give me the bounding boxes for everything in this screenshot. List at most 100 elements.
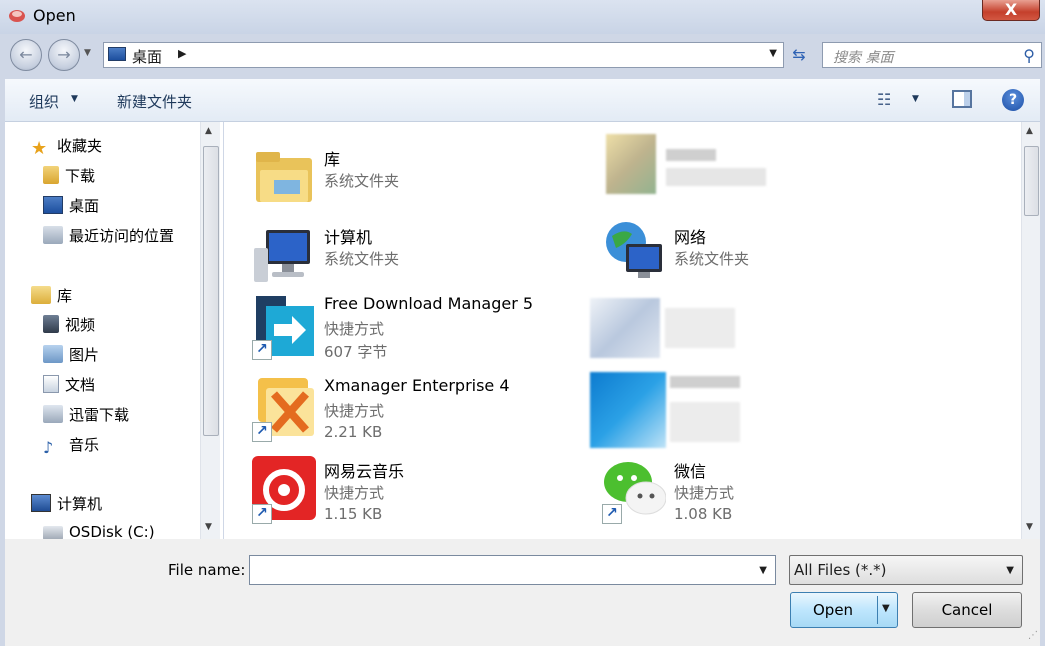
- disk-icon: [43, 526, 63, 539]
- window-title: Open: [33, 6, 76, 25]
- file-item-library[interactable]: 库 系统文件夹: [224, 144, 564, 222]
- view-dropdown-icon[interactable]: ▼: [912, 94, 919, 104]
- file-item-netease-music[interactable]: ↗ 网易云音乐 快捷方式 1.15 KB: [224, 456, 564, 534]
- blurred-file-item[interactable]: [590, 298, 742, 362]
- breadcrumb-chevron-icon[interactable]: ▶: [178, 47, 186, 60]
- open-button[interactable]: Open ▼: [790, 592, 898, 628]
- close-button[interactable]: X: [982, 0, 1040, 21]
- file-type: 系统文件夹: [324, 172, 400, 190]
- file-type-filter[interactable]: All Files (*.*) ▼: [789, 555, 1023, 585]
- search-icon[interactable]: ⚲: [1023, 46, 1035, 65]
- file-type-filter-value: All Files (*.*): [794, 561, 887, 579]
- file-name-label: File name:: [168, 561, 246, 579]
- recent-places-icon: [43, 226, 63, 244]
- nav-item-recent-places[interactable]: 最近访问的位置: [43, 225, 174, 249]
- file-name-dropdown-icon[interactable]: ▼: [759, 565, 767, 576]
- navigation-pane: ★ 收藏夹 下载 桌面 最近访问的位置 库 视频 图片 文档 迅雷下载 ♪ 音乐 计…: [5, 122, 223, 539]
- nav-item-label: 视频: [65, 316, 96, 334]
- nav-item-label: 桌面: [69, 197, 100, 215]
- nav-item-label: 计算机: [57, 495, 103, 513]
- address-dropdown-icon[interactable]: ▼: [769, 48, 777, 59]
- nav-item-videos[interactable]: 视频: [43, 314, 95, 338]
- computer-icon: [31, 494, 51, 512]
- help-icon[interactable]: ?: [1002, 89, 1024, 111]
- file-name: 库: [324, 150, 341, 169]
- organize-dropdown-icon[interactable]: ▼: [71, 94, 78, 104]
- nav-item-label: 文档: [65, 376, 96, 394]
- organize-button[interactable]: 组织: [29, 91, 59, 112]
- file-size: 1.15 KB: [324, 505, 383, 523]
- nav-item-pictures[interactable]: 图片: [43, 344, 99, 368]
- recent-pages-dropdown-icon[interactable]: ▼: [84, 48, 91, 58]
- documents-library-icon: [43, 375, 59, 393]
- file-name: 网易云音乐: [324, 462, 405, 481]
- scrollbar-thumb[interactable]: [1024, 146, 1039, 216]
- nav-item-computer[interactable]: 计算机: [31, 493, 102, 517]
- scroll-down-icon[interactable]: ▼: [205, 522, 212, 532]
- shortcut-arrow-icon: ↗: [252, 504, 272, 524]
- preview-pane-icon[interactable]: [952, 90, 972, 108]
- open-button-label: Open: [813, 601, 854, 619]
- command-toolbar: 组织 ▼ 新建文件夹 ☷ ▼ ?: [5, 79, 1040, 122]
- file-list: 库 系统文件夹 计算机 系统文件夹 网络 系统文件夹 ↗ Free Downlo…: [224, 122, 1021, 539]
- file-name: 计算机: [324, 228, 373, 247]
- file-size: 2.21 KB: [324, 423, 383, 441]
- nav-item-documents[interactable]: 文档: [43, 374, 95, 398]
- nav-item-downloads[interactable]: 下载: [43, 165, 95, 189]
- file-item-computer[interactable]: 计算机 系统文件夹: [224, 222, 564, 300]
- file-type: 系统文件夹: [674, 250, 750, 268]
- nav-item-label: 最近访问的位置: [69, 227, 175, 245]
- desktop-icon: [108, 47, 126, 61]
- pictures-library-icon: [43, 345, 63, 363]
- library-icon: [31, 286, 51, 304]
- resize-grip-icon[interactable]: ⋰: [1028, 630, 1038, 641]
- file-item-network[interactable]: 网络 系统文件夹: [574, 222, 914, 300]
- nav-item-label: 音乐: [69, 436, 100, 454]
- scrollbar-thumb[interactable]: [203, 146, 219, 436]
- blurred-file-item[interactable]: [590, 372, 742, 448]
- music-library-icon: ♪: [43, 438, 54, 457]
- file-item-wechat[interactable]: ↗ 微信 快捷方式 1.08 KB: [574, 456, 914, 534]
- search-input[interactable]: 搜索 桌面 ⚲: [822, 42, 1042, 68]
- navigation-scrollbar[interactable]: ▲ ▼: [200, 122, 220, 539]
- nav-item-libraries[interactable]: 库: [31, 285, 72, 309]
- nav-item-thunder-downloads[interactable]: 迅雷下载: [43, 404, 129, 428]
- file-size: 1.08 KB: [674, 505, 733, 523]
- file-type: 系统文件夹: [324, 250, 400, 268]
- file-name-input[interactable]: ▼: [249, 555, 776, 585]
- file-list-scrollbar[interactable]: ▲ ▼: [1021, 122, 1040, 539]
- nav-item-favorites[interactable]: ★ 收藏夹: [31, 135, 102, 159]
- title-bar: Open X: [0, 0, 1045, 34]
- file-size: 607 字节: [324, 343, 388, 361]
- filter-dropdown-icon[interactable]: ▼: [1006, 565, 1014, 576]
- address-bar[interactable]: 桌面 ▶ ▼: [103, 42, 784, 68]
- file-item-free-download-manager[interactable]: ↗ Free Download Manager 5 快捷方式 607 字节: [224, 292, 564, 370]
- forward-arrow-icon: →: [57, 45, 71, 64]
- download-folder-icon: [43, 166, 59, 184]
- scroll-down-icon[interactable]: ▼: [1026, 522, 1033, 532]
- video-library-icon: [43, 315, 59, 333]
- address-location[interactable]: 桌面: [132, 46, 162, 67]
- file-name: Xmanager Enterprise 4: [324, 376, 510, 395]
- change-view-icon[interactable]: ☷: [877, 90, 891, 109]
- nav-item-osdisk[interactable]: OSDisk (C:): [43, 523, 155, 539]
- file-type: 快捷方式: [324, 484, 385, 502]
- nav-item-music[interactable]: ♪ 音乐: [43, 434, 99, 458]
- file-item-xmanager[interactable]: ↗ Xmanager Enterprise 4 快捷方式 2.21 KB: [224, 374, 564, 452]
- scroll-up-icon[interactable]: ▲: [1026, 126, 1033, 136]
- nav-item-desktop[interactable]: 桌面: [43, 195, 99, 219]
- refresh-button[interactable]: ⇆: [786, 42, 812, 68]
- open-options-dropdown-icon[interactable]: ▼: [882, 603, 890, 614]
- nav-item-label: 下载: [65, 167, 96, 185]
- blurred-file-item[interactable]: [606, 134, 766, 194]
- file-type: 快捷方式: [324, 402, 385, 420]
- back-button[interactable]: ←: [10, 39, 42, 71]
- forward-button[interactable]: →: [48, 39, 80, 71]
- star-icon: ★: [31, 138, 48, 159]
- cancel-button[interactable]: Cancel: [912, 592, 1022, 628]
- file-type: 快捷方式: [674, 484, 735, 502]
- new-folder-button[interactable]: 新建文件夹: [117, 91, 192, 112]
- nav-item-label: 图片: [69, 346, 100, 364]
- scroll-up-icon[interactable]: ▲: [205, 126, 212, 136]
- nav-item-label: 迅雷下载: [69, 406, 130, 424]
